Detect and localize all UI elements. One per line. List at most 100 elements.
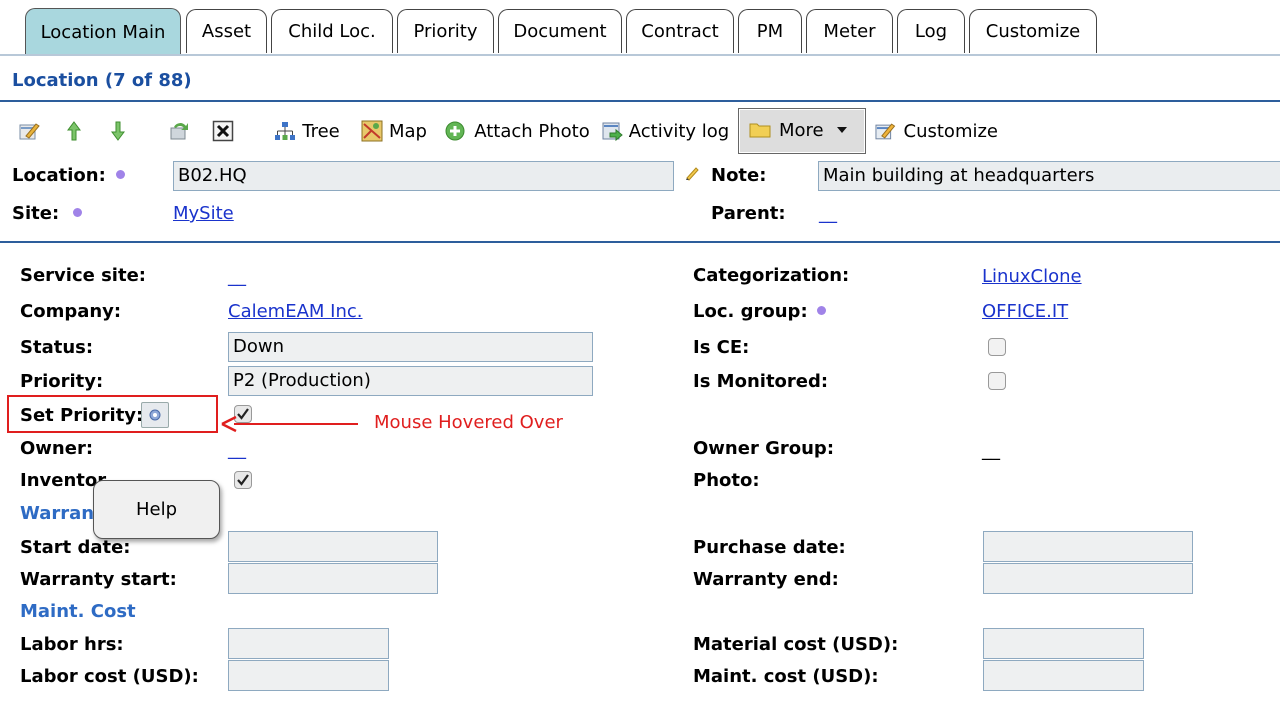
- required-dot-icon: [73, 208, 82, 217]
- help-tooltip: Help: [93, 480, 220, 539]
- inventory-checkbox[interactable]: [234, 471, 252, 489]
- map-icon: [361, 120, 383, 142]
- loc-group-label: Loc. group:: [693, 301, 808, 322]
- tooltip-text: Help: [135, 499, 178, 520]
- company-link[interactable]: CalemEAM Inc.: [228, 301, 362, 322]
- annotation-text: Mouse Hovered Over: [374, 412, 563, 433]
- warranty-end-input[interactable]: [983, 563, 1193, 594]
- service-site-link[interactable]: __: [228, 266, 246, 287]
- tree-label: Tree: [302, 120, 340, 142]
- annotation-arrow: [221, 415, 358, 433]
- material-cost-label: Material cost (USD):: [693, 634, 899, 655]
- note-label: Note:: [711, 165, 767, 186]
- maint-cost-section-title: Maint. Cost: [20, 601, 136, 622]
- parent-link[interactable]: __: [819, 203, 837, 224]
- site-link[interactable]: MySite: [173, 203, 234, 224]
- owner-label: Owner:: [20, 438, 94, 459]
- activity-log-label: Activity log: [628, 120, 730, 142]
- tab-document[interactable]: Document: [498, 9, 622, 53]
- more-label: More: [779, 119, 824, 141]
- note-value: Main building at headquarters: [823, 165, 1095, 186]
- tab-bar: Location Main Asset Child Loc. Priority …: [0, 0, 1280, 56]
- parent-label: Parent:: [711, 203, 786, 224]
- close-button[interactable]: [208, 113, 238, 149]
- tab-customize[interactable]: Customize: [969, 9, 1097, 53]
- labor-hrs-input[interactable]: [228, 628, 389, 659]
- tab-label: Log: [914, 21, 948, 42]
- tab-location-main[interactable]: Location Main: [25, 8, 181, 56]
- chevron-down-icon: [836, 127, 847, 133]
- note-input[interactable]: Main building at headquarters: [818, 161, 1280, 191]
- tree-button[interactable]: Tree: [266, 113, 348, 149]
- loc-group-link[interactable]: OFFICE.IT: [982, 301, 1068, 322]
- tab-label: Meter: [823, 21, 876, 42]
- company-label: Company:: [20, 301, 122, 322]
- material-cost-input[interactable]: [983, 628, 1144, 659]
- checkmark-icon: [237, 474, 249, 486]
- location-input[interactable]: B02.HQ: [173, 161, 674, 191]
- refresh-icon: [170, 123, 188, 140]
- categorization-label: Categorization:: [693, 265, 850, 286]
- tab-label: Contract: [641, 21, 719, 42]
- customize-button[interactable]: Customize: [874, 113, 998, 149]
- map-button[interactable]: Map: [356, 113, 432, 149]
- is-ce-label: Is CE:: [693, 337, 750, 358]
- maint-cost-input[interactable]: [983, 660, 1144, 691]
- pencil-icon[interactable]: [684, 165, 700, 181]
- folder-icon: [749, 123, 771, 138]
- refresh-button[interactable]: [162, 113, 196, 149]
- tab-label: Priority: [413, 21, 478, 42]
- categorization-link[interactable]: LinuxClone: [982, 266, 1082, 287]
- is-monitored-label: Is Monitored:: [693, 371, 829, 392]
- required-dot-icon: [817, 306, 826, 315]
- customize-label: Customize: [903, 120, 998, 142]
- attach-photo-button[interactable]: Attach Photo: [444, 113, 590, 149]
- tab-label: Document: [513, 21, 607, 42]
- priority-value: P2 (Production): [233, 370, 371, 391]
- add-circle-icon: [445, 121, 465, 141]
- previous-record-button[interactable]: [60, 113, 88, 149]
- tab-asset[interactable]: Asset: [186, 9, 267, 53]
- edit-icon: [19, 123, 40, 140]
- map-label: Map: [389, 120, 427, 142]
- more-menu-button[interactable]: More: [738, 108, 866, 154]
- close-icon: [212, 120, 234, 142]
- tab-divider: [0, 54, 1280, 56]
- tab-child-loc[interactable]: Child Loc.: [271, 9, 393, 53]
- owner-link[interactable]: __: [228, 439, 246, 460]
- is-monitored-checkbox[interactable]: [988, 372, 1006, 390]
- warranty-end-label: Warranty end:: [693, 569, 839, 590]
- hover-highlight-box: [7, 395, 218, 433]
- owner-group-label: Owner Group:: [693, 438, 835, 459]
- priority-field[interactable]: P2 (Production): [228, 366, 593, 396]
- tab-pm[interactable]: PM: [738, 9, 802, 53]
- status-field[interactable]: Down: [228, 332, 593, 362]
- owner-group-value[interactable]: __: [982, 440, 1000, 461]
- required-dot-icon: [116, 170, 125, 179]
- tab-label: PM: [756, 21, 784, 42]
- labor-cost-label: Labor cost (USD):: [20, 666, 199, 687]
- location-label: Location:: [12, 165, 106, 186]
- activity-log-button[interactable]: Activity log: [598, 113, 732, 149]
- next-record-button[interactable]: [104, 113, 132, 149]
- tab-priority[interactable]: Priority: [397, 9, 494, 53]
- site-label: Site:: [12, 203, 60, 224]
- tab-log[interactable]: Log: [897, 9, 965, 53]
- status-label: Status:: [20, 337, 94, 358]
- tab-label: Asset: [201, 21, 252, 42]
- start-date-input[interactable]: [228, 531, 438, 562]
- labor-cost-input[interactable]: [228, 660, 389, 691]
- purchase-date-input[interactable]: [983, 531, 1193, 562]
- arrow-up-icon: [67, 121, 81, 141]
- status-value: Down: [233, 336, 285, 357]
- is-ce-checkbox[interactable]: [988, 338, 1006, 356]
- tab-contract[interactable]: Contract: [626, 9, 734, 53]
- edit-button[interactable]: [12, 113, 46, 149]
- tab-meter[interactable]: Meter: [806, 9, 893, 53]
- attach-photo-label: Attach Photo: [474, 120, 590, 142]
- warranty-start-input[interactable]: [228, 563, 438, 594]
- page-title: Location (7 of 88): [12, 70, 192, 91]
- labor-hrs-label: Labor hrs:: [20, 634, 124, 655]
- arrow-down-icon: [111, 121, 125, 141]
- tab-label: Customize: [985, 21, 1081, 42]
